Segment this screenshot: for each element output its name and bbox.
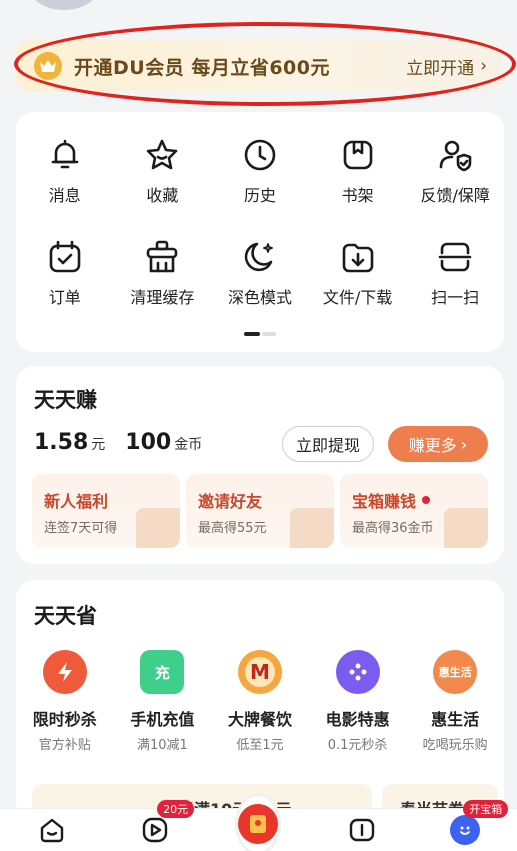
scan-icon (438, 242, 472, 272)
tool-files[interactable]: 文件/下载 (309, 214, 407, 316)
page-indicator (244, 332, 276, 336)
chevron-right-icon: › (460, 434, 468, 454)
save-item-title: 大牌餐饮 (227, 710, 292, 729)
save-item-subtitle: 0.1元秒杀 (327, 738, 388, 753)
cash-unit: 元 (91, 437, 106, 453)
moon-icon (244, 242, 273, 272)
play-circle-icon (142, 817, 168, 843)
coupon-icon (290, 508, 334, 548)
save-item-title: 电影特惠 (325, 710, 390, 729)
coin-unit: 金币 (174, 437, 203, 453)
coin-balance[interactable]: 100 金币 (125, 430, 202, 455)
tile-invite-friends[interactable]: 邀请好友 最高得55元 (186, 474, 334, 548)
earn-more-label: 赚更多 (408, 436, 457, 455)
tool-messages[interactable]: 消息 (16, 112, 114, 214)
nav-profile[interactable]: 开宝箱 (445, 800, 509, 850)
recharge-glyph: 充 (154, 663, 170, 682)
avatar[interactable] (28, 0, 100, 10)
save-item-subtitle: 低至1元 (236, 738, 284, 753)
save-item-movie[interactable]: 电影特惠 0.1元秒杀 (309, 650, 407, 753)
tool-orders[interactable]: 订单 (16, 214, 114, 316)
crown-icon (34, 52, 62, 80)
tool-label: 消息 (48, 186, 81, 205)
nav-red-packet[interactable] (238, 796, 279, 851)
save-title: 天天省 (34, 604, 97, 628)
cash-balance[interactable]: 1.58 元 (34, 430, 105, 455)
calendar-check-icon (49, 240, 81, 273)
tool-dark-mode[interactable]: 深色模式 (211, 214, 309, 316)
cash-value: 1.58 (34, 430, 89, 455)
save-item-flash-sale[interactable]: 限时秒杀 官方补贴 (16, 650, 114, 753)
tool-label: 订单 (48, 288, 81, 307)
flash-sale-icon (42, 650, 87, 694)
treasure-chest-icon (444, 508, 488, 548)
tool-label: 书架 (341, 186, 374, 205)
star-icon (147, 139, 178, 170)
tool-scan[interactable]: 扫一扫 (406, 214, 504, 316)
notification-dot (422, 496, 431, 504)
mcdonalds-icon: M (237, 650, 282, 694)
profile-avatar-icon (450, 815, 481, 845)
save-item-subtitle: 吃喝玩乐购 (422, 738, 488, 753)
tile-title: 宝箱赚钱 (352, 492, 417, 511)
red-packet-button[interactable] (238, 796, 279, 851)
save-item-recharge[interactable]: 充 手机充值 满10减1 (114, 650, 212, 753)
hui-life-icon: 惠生活 (433, 650, 478, 694)
tool-label: 反馈/保障 (420, 186, 490, 205)
save-item-title: 限时秒杀 (32, 710, 97, 729)
chevron-right-icon: › (480, 56, 487, 76)
nav-novel[interactable] (342, 810, 382, 850)
nav-video[interactable]: 20元 (135, 800, 195, 850)
vip-open-label: 立即开通 (406, 58, 475, 79)
save-item-title: 手机充值 (130, 710, 195, 729)
tool-label: 历史 (243, 186, 276, 205)
save-item-title: 惠生活 (431, 710, 480, 729)
save-item-hui-life[interactable]: 惠生活 惠生活 吃喝玩乐购 (406, 650, 504, 753)
earn-card: 天天赚 1.58 元 100 金币 立即提现 赚更多 › 新人福利 连签7天可得 邀… (16, 366, 504, 564)
user-shield-icon (439, 140, 472, 172)
tool-clear-cache[interactable]: 清理缓存 (114, 214, 212, 316)
tool-label: 扫一扫 (431, 288, 480, 307)
home-smile-icon (40, 818, 63, 843)
withdraw-button[interactable]: 立即提现 (282, 426, 374, 462)
earn-title: 天天赚 (34, 388, 97, 412)
tile-newbie-bonus[interactable]: 新人福利 连签7天可得 (32, 474, 180, 548)
tile-treasure-box[interactable]: 宝箱赚钱 最高得36金币 (340, 474, 488, 548)
vip-promo-text: 开通DU会员 每月立省600元 (74, 56, 330, 79)
earn-balance: 1.58 元 100 金币 (34, 430, 202, 455)
vip-open-link[interactable]: 立即开通 › (406, 54, 487, 79)
dining-glyph: M (244, 657, 275, 687)
bell-icon (51, 139, 79, 169)
save-item-dining[interactable]: M 大牌餐饮 低至1元 (211, 650, 309, 753)
hui-life-glyph: 惠生活 (438, 666, 472, 679)
video-reward-badge: 20元 (157, 800, 195, 818)
tool-history[interactable]: 历史 (211, 112, 309, 214)
save-card: 天天省 限时秒杀 官方补贴 充 手机充值 满10减1 M 大牌餐饮 低至1元 电… (16, 580, 504, 824)
film-reel-icon (335, 650, 380, 694)
calendar-gift-icon (136, 508, 180, 548)
tool-label: 文件/下载 (322, 288, 393, 307)
tool-feedback[interactable]: 反馈/保障 (406, 112, 504, 214)
treasure-badge: 开宝箱 (463, 800, 509, 818)
coin-value: 100 (125, 430, 172, 455)
bottom-nav: 20元 开宝箱 (0, 796, 517, 851)
tools-card: 消息 收藏 历史 书架 反馈/保障 订单 清理缓存 深色模式 文件/下载 扫一扫 (16, 112, 504, 352)
phone-recharge-icon: 充 (140, 650, 185, 694)
folder-download-icon (342, 243, 373, 273)
red-envelope-icon (238, 804, 279, 844)
save-item-subtitle: 满10减1 (136, 738, 188, 753)
book-icon (349, 818, 375, 842)
nav-home[interactable] (32, 810, 72, 850)
tool-label: 清理缓存 (130, 288, 195, 307)
tool-favorites[interactable]: 收藏 (114, 112, 212, 214)
tool-label: 深色模式 (227, 288, 292, 307)
bookmark-icon (343, 140, 372, 170)
tool-label: 收藏 (146, 186, 179, 205)
earn-more-button[interactable]: 赚更多 › (388, 426, 488, 462)
vip-banner[interactable]: 开通DU会员 每月立省600元 立即开通 › (16, 40, 501, 92)
save-item-subtitle: 官方补贴 (38, 738, 91, 753)
clock-icon (244, 139, 276, 171)
tool-bookshelf[interactable]: 书架 (309, 112, 407, 214)
cleanup-icon (147, 240, 178, 273)
